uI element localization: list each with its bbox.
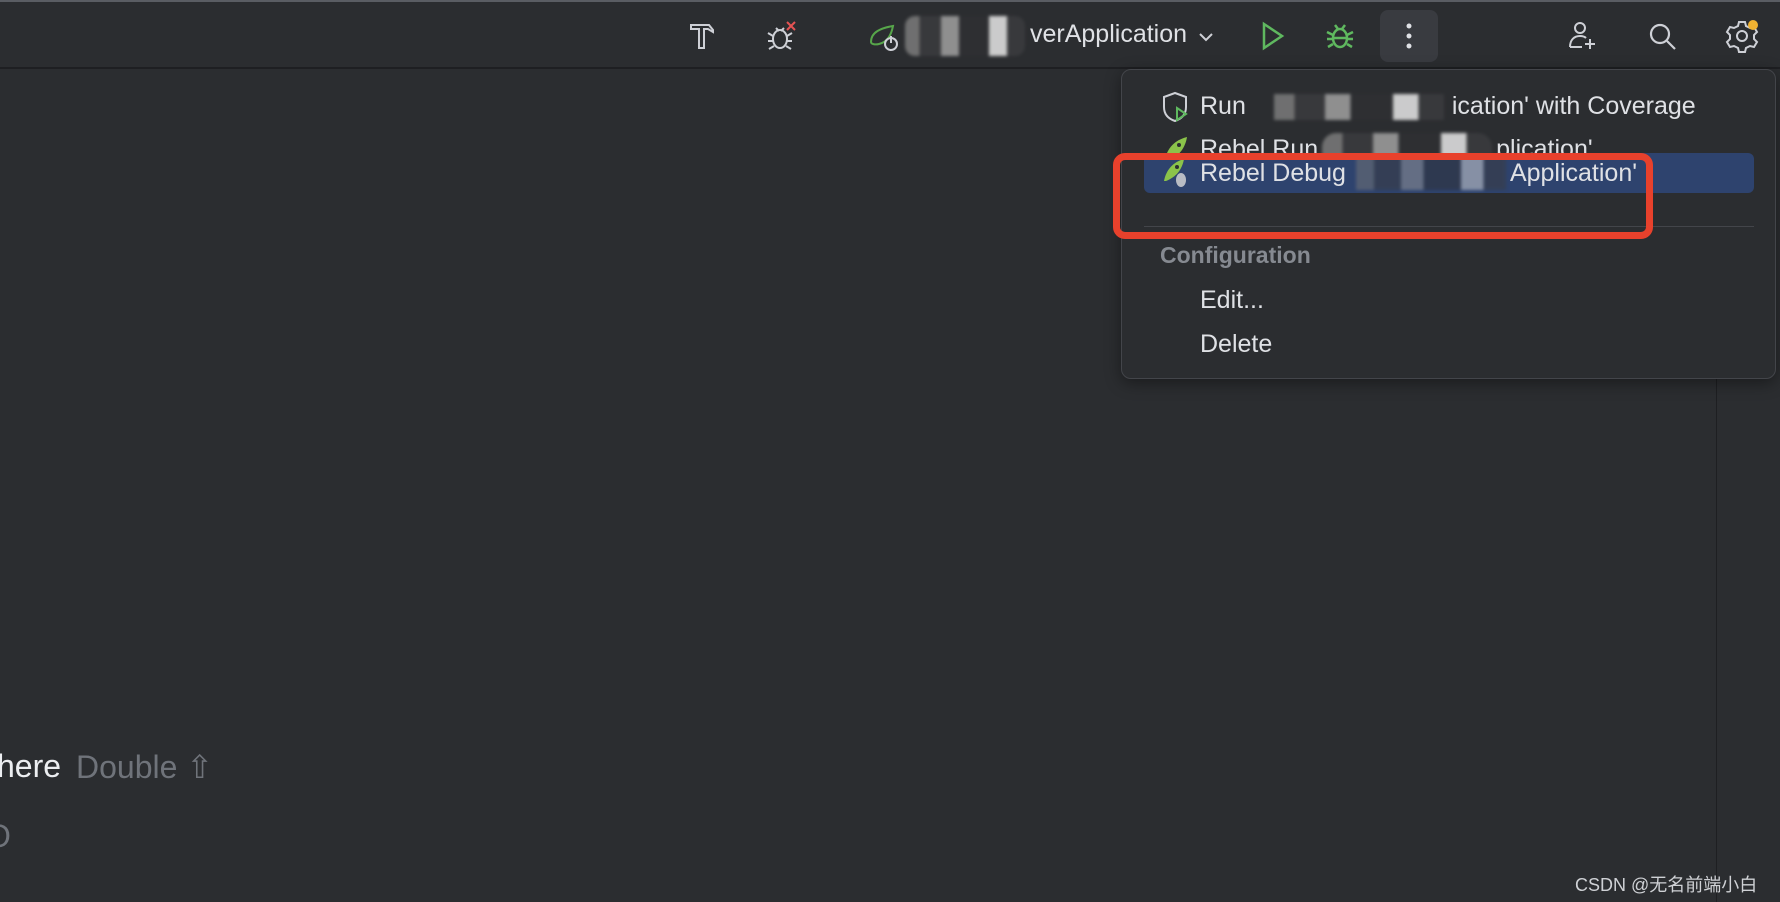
partial-hint-text: O: [0, 818, 11, 855]
debug-stop-icon[interactable]: [762, 16, 802, 56]
menu-separator: [1144, 226, 1754, 227]
run-config-dropdown-menu: Run ication' with Coverage Rebel Run pli…: [1121, 69, 1776, 379]
main-toolbar: verApplication: [0, 0, 1780, 69]
hammer-icon[interactable]: [682, 16, 722, 56]
run-config-name[interactable]: verApplication: [1030, 20, 1187, 49]
spring-boot-icon[interactable]: [865, 16, 905, 56]
menu-section-configuration: Configuration: [1160, 242, 1311, 268]
search-everywhere-hint: here: [0, 748, 62, 784]
jrebel-debug-icon: [1158, 155, 1194, 191]
redacted-config-name: [905, 16, 1025, 56]
watermark: CSDN @无名前端小白: [1575, 875, 1758, 895]
menu-item-edit[interactable]: Edit...: [1200, 286, 1264, 315]
menu-item-label-suffix: ication' with Coverage: [1451, 92, 1696, 120]
chevron-down-icon[interactable]: [1186, 16, 1226, 56]
menu-item-label: Rebel Debug: [1200, 158, 1346, 187]
search-icon[interactable]: [1642, 16, 1682, 56]
menu-item-label-suffix: Application': [1509, 158, 1638, 187]
menu-item-run-with-coverage[interactable]: Run ication' with Coverage: [1144, 85, 1754, 128]
menu-item-rebel-debug[interactable]: Rebel Debug Application': [1144, 153, 1754, 193]
menu-item-delete[interactable]: Delete: [1200, 330, 1272, 359]
more-vertical-icon: [1406, 23, 1412, 49]
run-icon[interactable]: [1252, 16, 1292, 56]
settings-icon[interactable]: [1722, 16, 1762, 56]
debug-icon[interactable]: [1320, 16, 1360, 56]
more-actions-button[interactable]: [1380, 10, 1438, 62]
menu-item-label: Run: [1200, 92, 1246, 120]
search-everywhere-shortcut: Double ⇧: [76, 749, 214, 785]
add-user-icon[interactable]: [1563, 16, 1603, 56]
coverage-icon: [1158, 89, 1194, 125]
